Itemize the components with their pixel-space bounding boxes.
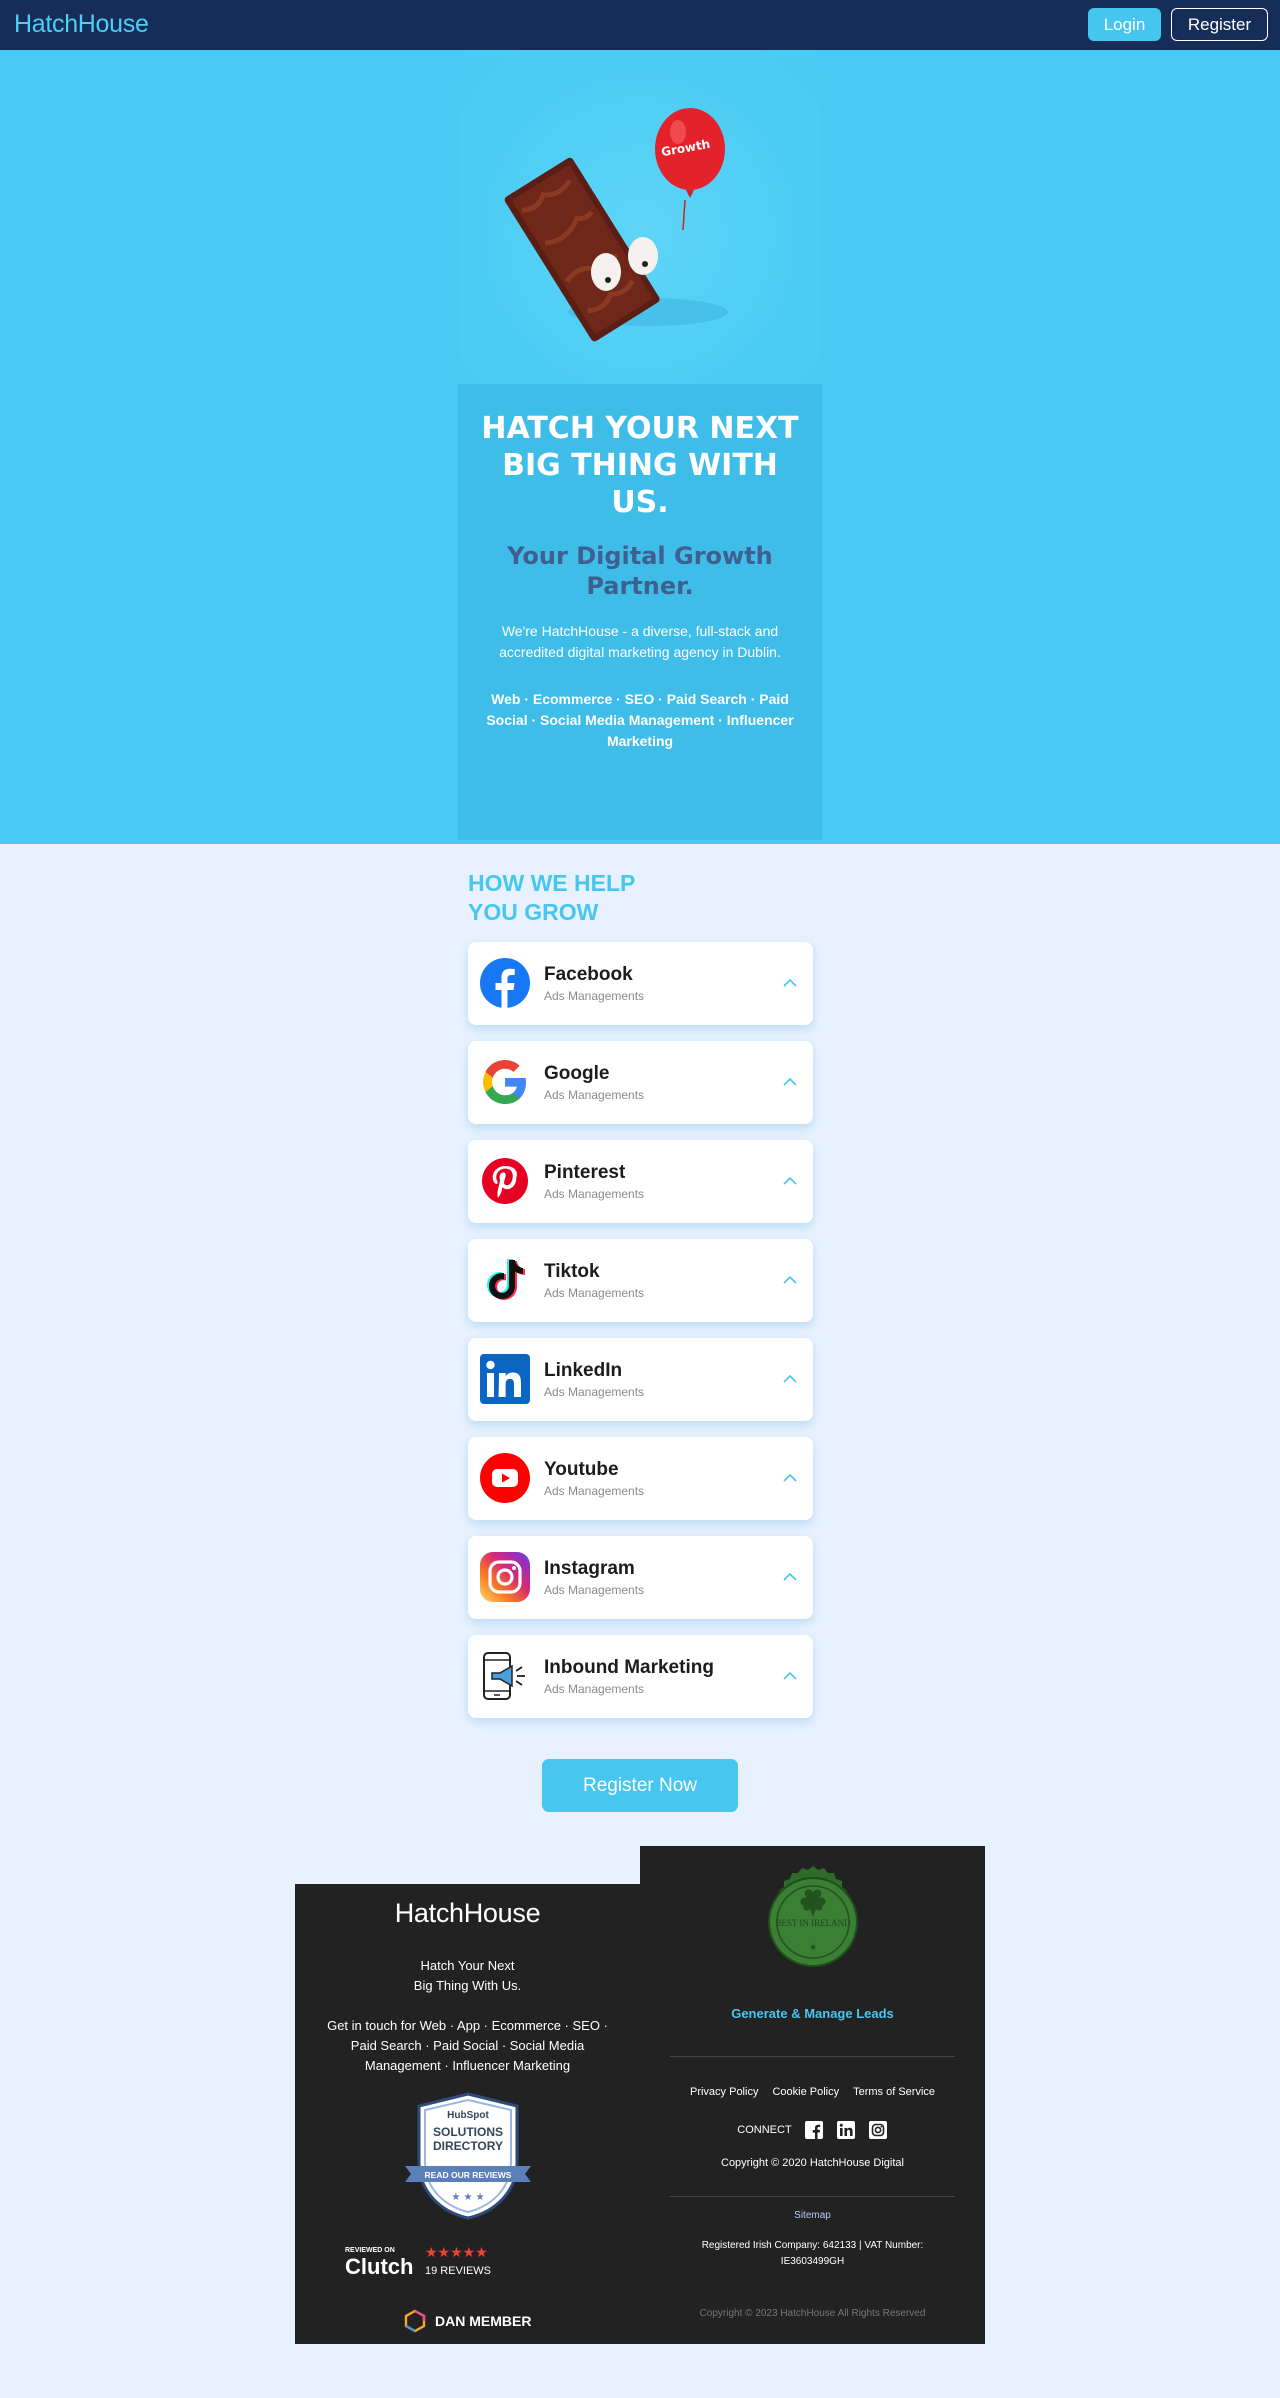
- divider: [670, 2196, 955, 2197]
- footer-left-panel: HatchHouse Hatch Your Next Big Thing Wit…: [295, 1884, 640, 2344]
- service-subtitle: Ads Managements: [544, 1484, 645, 1498]
- dan-hexagon-icon: [404, 2309, 426, 2333]
- service-item-instagram[interactable]: Instagram Ads Managements: [468, 1536, 813, 1619]
- megaphone-phone-icon: [483, 1652, 525, 1700]
- chevron-up-icon[interactable]: [781, 974, 799, 992]
- youtube-icon: [480, 1453, 530, 1503]
- chevron-up-icon[interactable]: [781, 1172, 799, 1190]
- login-button[interactable]: Login: [1088, 8, 1161, 41]
- service-name: Inbound Marketing: [544, 1657, 714, 1678]
- chevron-up-icon[interactable]: [781, 1568, 799, 1586]
- service-item-google[interactable]: Google Ads Managements: [468, 1041, 813, 1124]
- divider: [670, 2056, 955, 2057]
- footer-get-in-touch: Get in touch for Web · App · Ecommerce ·…: [327, 2018, 608, 2073]
- service-item-pinterest[interactable]: Pinterest Ads Managements: [468, 1140, 813, 1223]
- top-navbar: HatchHouse Login Register: [0, 0, 1280, 50]
- hero-section: Growth HATCH YOUR NEXT BIG THING WITH US…: [0, 50, 1280, 844]
- service-name: Instagram: [544, 1558, 635, 1579]
- footer-copyright: Copyright © 2020 HatchHouse Digital: [721, 2157, 904, 2169]
- dan-member-badge[interactable]: DAN MEMBER: [403, 2308, 531, 2334]
- service-item-tiktok[interactable]: Tiktok Ads Managements: [468, 1239, 813, 1322]
- service-subtitle: Ads Managements: [544, 1088, 645, 1102]
- footer-tagline-line1: Hatch Your Next: [420, 1958, 515, 1973]
- hero-subtitle: Your Digital Growth Partner.: [507, 542, 773, 600]
- service-item-inbound-marketing[interactable]: Inbound Marketing Ads Managements: [468, 1635, 813, 1718]
- facebook-icon[interactable]: [804, 2120, 824, 2140]
- service-item-linkedin[interactable]: LinkedIn Ads Managements: [468, 1338, 813, 1421]
- footer-tagline-line2: Big Thing With Us.: [413, 1978, 522, 1993]
- cookie-policy-link[interactable]: Cookie Policy: [772, 2086, 839, 2098]
- service-subtitle: Ads Managements: [544, 1187, 645, 1201]
- svg-text:★: ★: [809, 1943, 817, 1953]
- register-now-button[interactable]: Register Now: [542, 1759, 738, 1812]
- hubspot-badge[interactable]: HubSpot SOLUTIONS DIRECTORY READ OUR REV…: [405, 2092, 531, 2220]
- service-name: LinkedIn: [544, 1360, 623, 1381]
- facebook-icon: [480, 958, 530, 1008]
- register-button[interactable]: Register: [1171, 8, 1268, 41]
- tiktok-icon: [487, 1259, 525, 1300]
- sitemap-link[interactable]: Sitemap: [640, 2210, 985, 2221]
- service-name: Tiktok: [544, 1261, 600, 1282]
- hero-description: We're HatchHouse - a diverse, full-stack…: [499, 623, 781, 660]
- pinterest-icon: [482, 1158, 528, 1204]
- registered-company-info: Registered Irish Company: 642133 | VAT N…: [701, 2240, 924, 2267]
- footer-right-panel: BEST IN IRELAND ★ Generate & Manage Lead…: [640, 1846, 985, 2344]
- service-name: Facebook: [544, 964, 633, 985]
- logo[interactable]: HatchHouse: [14, 10, 149, 39]
- section-title: HOW WE HELP YOU GROW: [468, 870, 635, 925]
- service-item-facebook[interactable]: Facebook Ads Managements: [468, 942, 813, 1025]
- service-subtitle: Ads Managements: [544, 989, 645, 1003]
- service-item-youtube[interactable]: Youtube Ads Managements: [468, 1437, 813, 1520]
- generate-leads-link[interactable]: Generate & Manage Leads: [640, 2006, 985, 2021]
- hubspot-line2: DIRECTORY: [433, 2139, 503, 2153]
- footer-links: Privacy Policy Cookie Policy Terms of Se…: [640, 2086, 985, 2098]
- clutch-badge[interactable]: REVIEWED ON Clutch ★★★★★ 19 REVIEWS: [345, 2242, 505, 2282]
- dan-member-text: DAN MEMBER: [435, 2313, 532, 2329]
- instagram-icon[interactable]: [868, 2120, 888, 2140]
- privacy-policy-link[interactable]: Privacy Policy: [690, 2086, 758, 2098]
- chevron-up-icon[interactable]: [781, 1271, 799, 1289]
- hubspot-ribbon: READ OUR REVIEWS: [425, 2170, 512, 2180]
- best-in-ireland-seal: BEST IN IRELAND ★: [768, 1866, 858, 1967]
- instagram-icon: [480, 1552, 530, 1602]
- hero-services: Web · Ecommerce · SEO · Paid Search · Pa…: [486, 691, 794, 749]
- hero-title: HATCH YOUR NEXT BIG THING WITH US.: [481, 411, 799, 520]
- terms-of-service-link[interactable]: Terms of Service: [853, 2086, 935, 2098]
- service-subtitle: Ads Managements: [544, 1682, 645, 1696]
- service-subtitle: Ads Managements: [544, 1385, 645, 1399]
- google-icon: [483, 1060, 526, 1104]
- clutch-reviewed-on: REVIEWED ON: [345, 2247, 395, 2254]
- service-name: Pinterest: [544, 1162, 626, 1183]
- footer-logo[interactable]: HatchHouse: [295, 1898, 640, 1929]
- connect-label: CONNECT: [737, 2124, 792, 2136]
- all-rights-reserved: Copyright © 2023 HatchHouse All Rights R…: [699, 2308, 926, 2319]
- rating-stars: ★★★★★: [425, 2245, 488, 2261]
- service-name: Google: [544, 1063, 610, 1084]
- seal-text: BEST IN IRELAND: [775, 1918, 851, 1928]
- clutch-brand: Clutch: [345, 2254, 413, 2279]
- chevron-up-icon[interactable]: [781, 1370, 799, 1388]
- connect-row: CONNECT: [640, 2120, 985, 2140]
- service-subtitle: Ads Managements: [544, 1286, 645, 1300]
- chevron-up-icon[interactable]: [781, 1667, 799, 1685]
- svg-text:★ ★ ★: ★ ★ ★: [451, 2192, 484, 2203]
- footer-tagline: Hatch Your Next Big Thing With Us.: [295, 1956, 640, 1996]
- hubspot-brand: HubSpot: [447, 2110, 489, 2121]
- chevron-up-icon[interactable]: [781, 1073, 799, 1091]
- hero-illustration: Growth: [458, 50, 822, 384]
- service-name: Youtube: [544, 1459, 619, 1480]
- linkedin-icon[interactable]: [836, 2120, 856, 2140]
- service-subtitle: Ads Managements: [544, 1583, 645, 1597]
- clutch-reviews: 19 REVIEWS: [425, 2265, 491, 2277]
- hero-card: HATCH YOUR NEXT BIG THING WITH US. Your …: [458, 384, 822, 840]
- services-list: Facebook Ads Managements Google Ads Mana…: [468, 942, 813, 1734]
- chevron-up-icon[interactable]: [781, 1469, 799, 1487]
- linkedin-icon: [480, 1354, 530, 1404]
- hubspot-line1: SOLUTIONS: [433, 2125, 503, 2139]
